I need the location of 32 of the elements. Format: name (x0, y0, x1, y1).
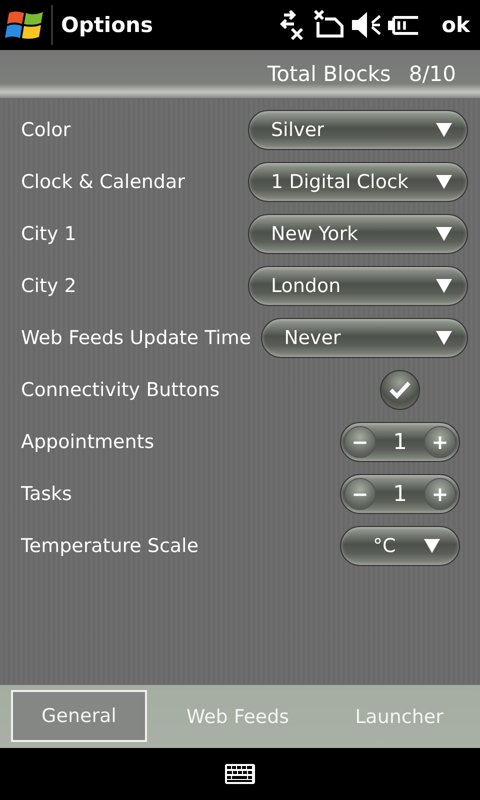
dropdown[interactable]: 1 Digital Clock (248, 162, 468, 202)
dropdown[interactable]: London (248, 266, 468, 306)
stepper-value: 1 (393, 430, 407, 454)
setting-label: Color (21, 119, 71, 141)
setting-label: Connectivity Buttons (21, 379, 220, 401)
setting-label: City 1 (21, 223, 76, 245)
setting-label: City 2 (21, 275, 76, 297)
total-blocks-value: 8/10 (408, 62, 456, 86)
dropdown[interactable]: Silver (248, 110, 468, 150)
speaker-icon (350, 10, 382, 40)
stepper-value: 1 (393, 482, 407, 506)
dropdown-arrow-icon (435, 278, 453, 294)
dropdown-arrow-icon (435, 330, 453, 346)
dropdown-arrow-icon (435, 226, 453, 242)
dropdown[interactable]: New York (248, 214, 468, 254)
keyboard-icon[interactable] (224, 763, 256, 785)
dropdown-arrow-icon (435, 174, 453, 190)
phone-off-icon (312, 10, 344, 40)
dropdown-arrow-icon (423, 538, 441, 554)
setting-label: Temperature Scale (21, 535, 199, 557)
setting-label: Tasks (21, 483, 72, 505)
dropdown-arrow-icon (435, 122, 453, 138)
setting-label: Web Feeds Update Time (21, 327, 252, 349)
window-title: Options (61, 13, 153, 37)
ok-button[interactable]: ok (420, 13, 480, 37)
checkmark-icon (388, 380, 412, 400)
dropdown[interactable]: Never (261, 318, 468, 358)
checkbox[interactable] (380, 370, 420, 410)
dropdown[interactable]: °C (340, 526, 460, 566)
total-blocks-label: Total Blocks (267, 62, 391, 86)
setting-label: Appointments (21, 431, 154, 453)
setting-label: Clock & Calendar (21, 171, 185, 193)
